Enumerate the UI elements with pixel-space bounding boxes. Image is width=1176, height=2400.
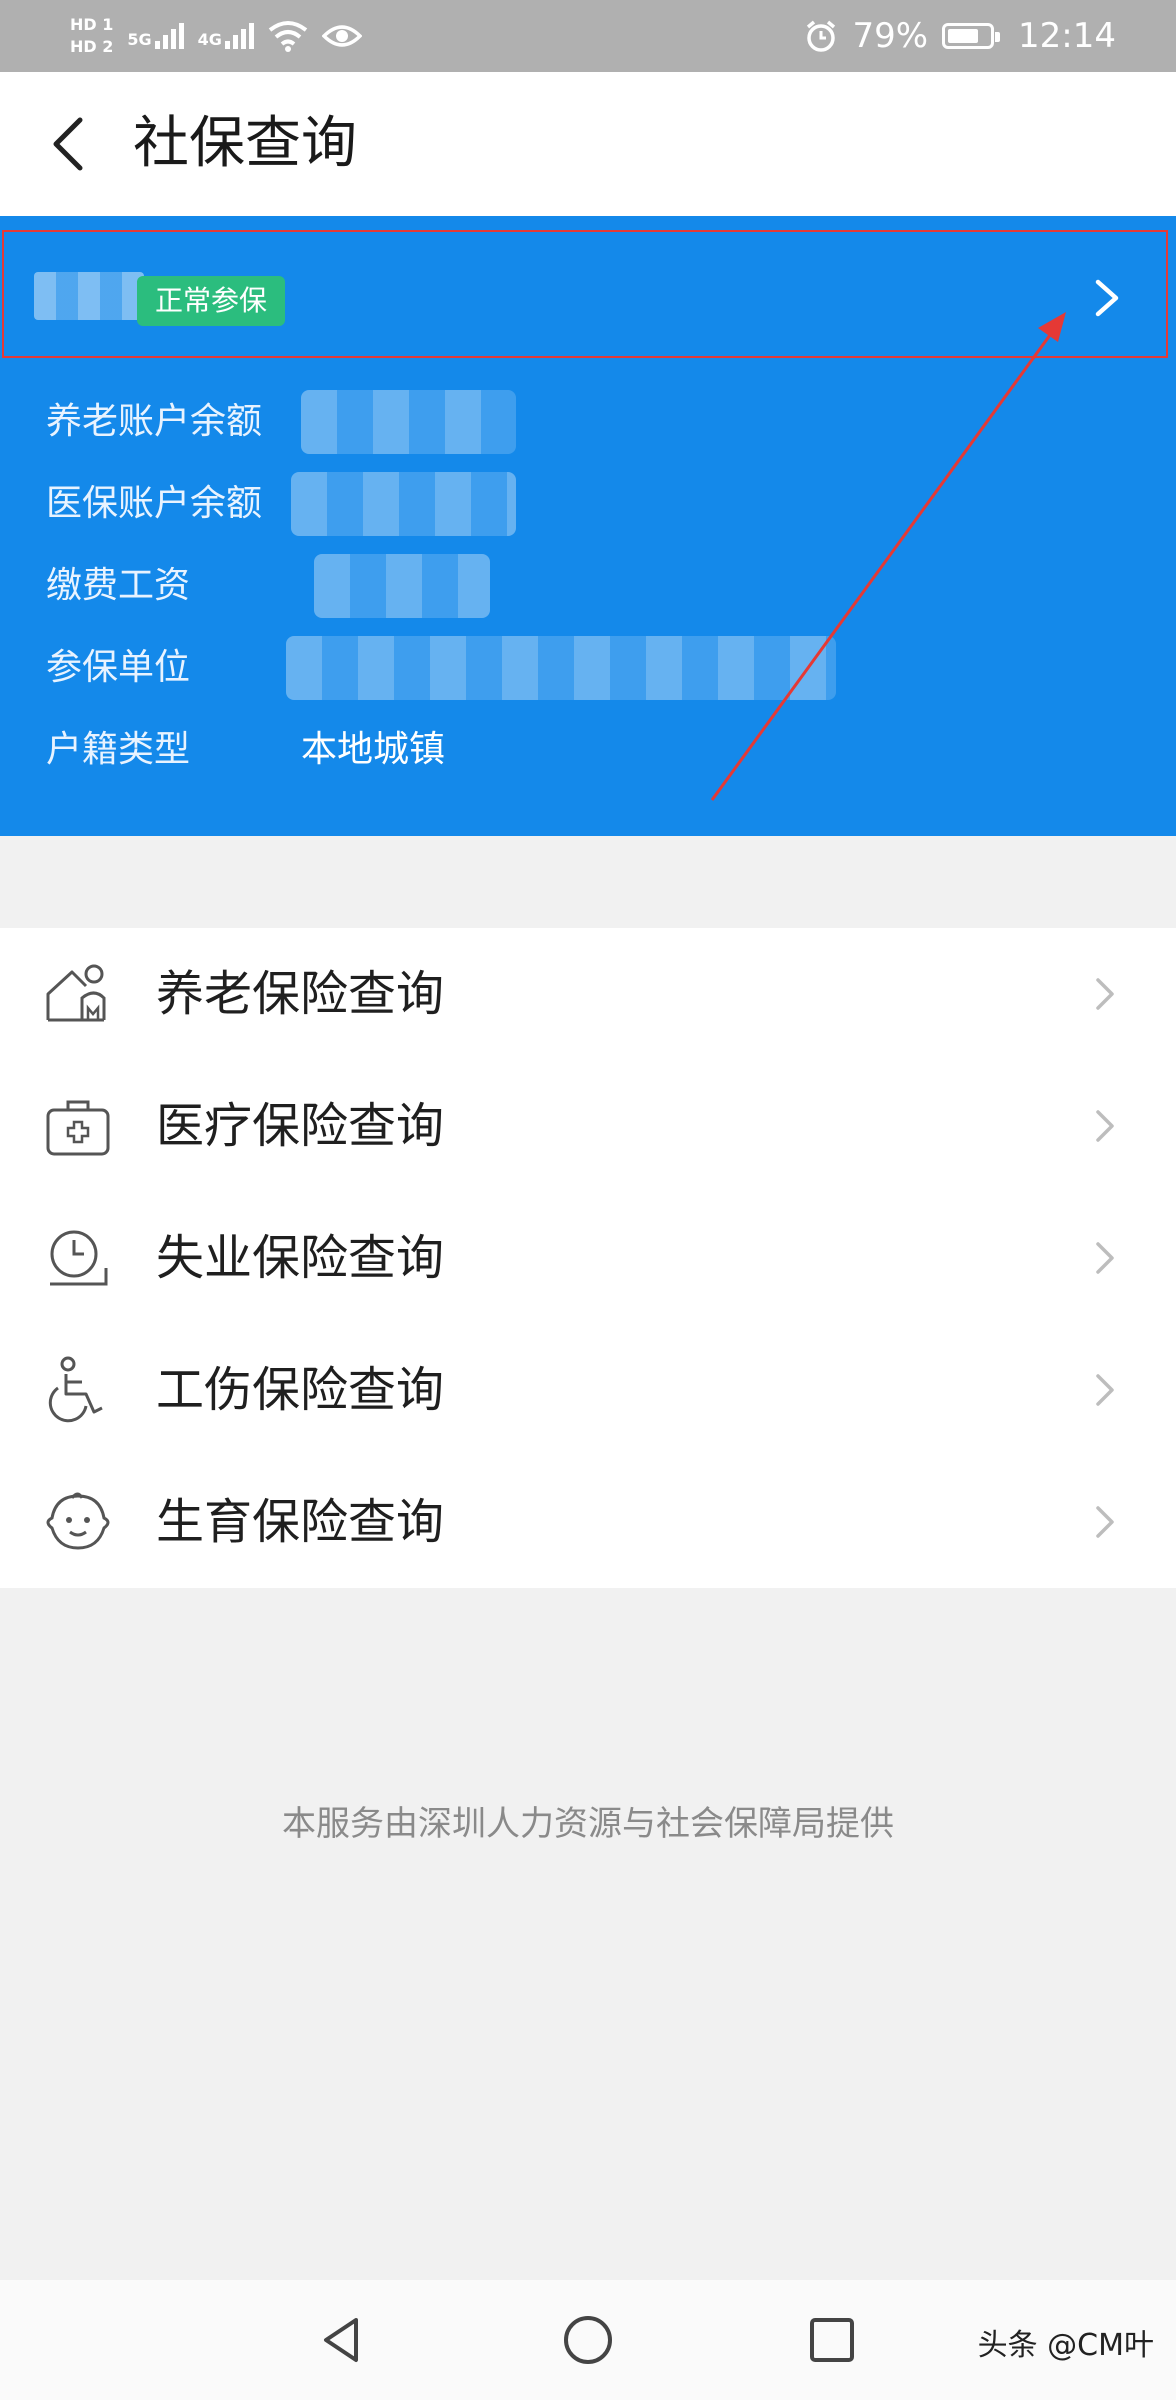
eye-icon	[321, 25, 362, 47]
wifi-icon	[268, 21, 308, 52]
value-redaction-blur	[291, 472, 516, 536]
menu-item-work-injury[interactable]: 工伤保险查询	[0, 1324, 1176, 1456]
chevron-right-icon	[1096, 1242, 1114, 1274]
chevron-right-icon	[1096, 1374, 1114, 1406]
chevron-right-icon	[1096, 1506, 1114, 1538]
chevron-right-icon	[1096, 978, 1114, 1010]
baby-face-icon	[46, 1492, 110, 1550]
menu-item-pension[interactable]: 养老保险查询	[0, 928, 1176, 1060]
info-row-medical: 医保账户余额	[46, 472, 516, 536]
hukou-value: 本地城镇	[301, 729, 446, 770]
signal-5g: 5G	[127, 23, 184, 49]
menu-item-medical[interactable]: 医疗保险查询	[0, 1060, 1176, 1192]
battery-fill	[948, 29, 979, 43]
insurance-menu: 养老保险查询 医疗保险查询 失业保险查询 工伤保险查询 生育保险查询	[0, 928, 1176, 1588]
info-row-employer: 参保单位	[46, 636, 836, 700]
value-redaction-blur	[301, 390, 516, 454]
signal-bars-icon	[154, 23, 184, 49]
clock-icon	[50, 1230, 108, 1286]
signal-4g: 4G	[198, 23, 254, 49]
elderly-house-icon	[46, 964, 106, 1022]
menu-item-maternity[interactable]: 生育保险查询	[0, 1456, 1176, 1588]
menu-label: 工伤保险查询	[156, 1362, 445, 1418]
hd1-label: HD 1	[70, 15, 114, 34]
nav-recents-icon[interactable]	[802, 2310, 862, 2370]
info-row-hukou: 户籍类型 本地城镇	[46, 726, 445, 774]
status-bar: HD 1 HD 2 5G 4G 79% 12:14	[0, 0, 1176, 72]
info-row-wage: 缴费工资	[46, 554, 490, 618]
value-redaction-blur	[286, 636, 836, 700]
insurance-summary-card: 正常参保 养老账户余额 医保账户余额 缴费工资 参保单位 户籍类型 本地城镇	[0, 216, 1176, 836]
menu-item-unemployment[interactable]: 失业保险查询	[0, 1192, 1176, 1324]
chevron-right-icon	[1096, 1110, 1114, 1142]
info-label: 户籍类型	[46, 729, 191, 770]
info-row-pension: 养老账户余额	[46, 390, 516, 454]
alarm-icon	[807, 20, 836, 52]
info-label: 养老账户余额	[46, 401, 263, 442]
info-label: 缴费工资	[46, 565, 191, 606]
medical-kit-icon	[46, 1100, 110, 1156]
status-left: HD 1 HD 2 5G 4G	[70, 6, 362, 66]
hd-indicators: HD 1 HD 2	[70, 16, 113, 56]
watermark: 头条 @CM叶	[977, 2328, 1154, 2363]
battery-icon	[942, 23, 1001, 49]
nav-back-icon[interactable]	[312, 2310, 372, 2370]
nav-home-icon[interactable]	[558, 2310, 618, 2370]
user-status-row[interactable]: 正常参保	[2, 230, 1168, 358]
status-badge: 正常参保	[137, 276, 286, 326]
name-redaction-blur	[34, 272, 144, 320]
menu-label: 医疗保险查询	[156, 1098, 445, 1154]
hd2-label: HD 2	[70, 37, 114, 56]
value-redaction-blur	[314, 554, 490, 618]
page-title: 社保查询	[133, 111, 357, 176]
menu-label: 养老保险查询	[156, 966, 445, 1022]
net2-label: 4G	[197, 30, 222, 49]
back-arrow-icon[interactable]	[40, 108, 112, 180]
signal-bars-icon	[224, 23, 254, 49]
net1-label: 5G	[127, 30, 152, 49]
info-label: 参保单位	[46, 647, 191, 688]
app-header: 社保查询	[0, 72, 1176, 216]
battery-percent: 79%	[852, 16, 929, 56]
info-label: 医保账户余额	[46, 483, 263, 524]
menu-label: 生育保险查询	[156, 1494, 445, 1550]
clock-time: 12:14	[1018, 16, 1116, 56]
chevron-right-icon[interactable]	[1078, 268, 1138, 328]
menu-label: 失业保险查询	[156, 1230, 445, 1286]
wheelchair-icon	[48, 1356, 103, 1423]
status-right: 79% 12:14	[804, 0, 1116, 72]
service-provider-note: 本服务由深圳人力资源与社会保障局提供	[282, 1804, 894, 1844]
